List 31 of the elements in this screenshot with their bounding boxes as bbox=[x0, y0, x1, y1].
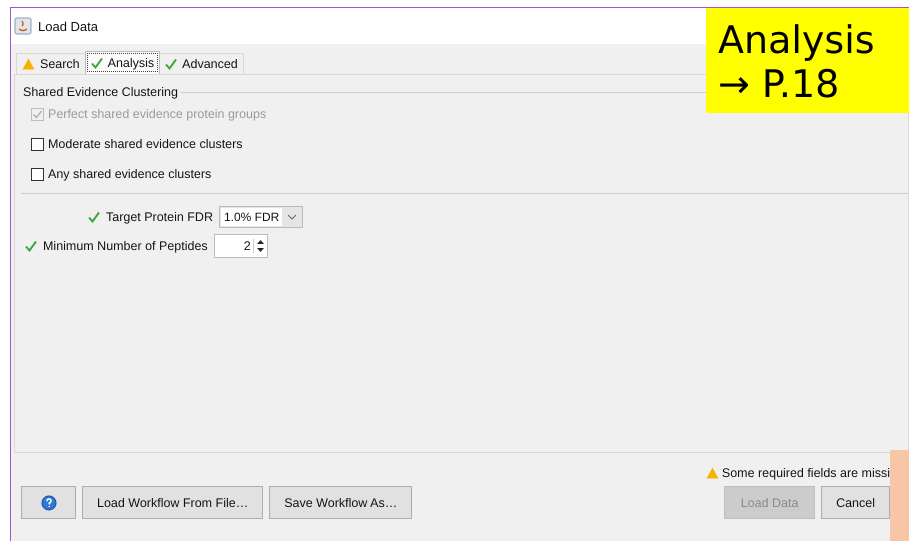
setting-label: Minimum Number of Peptides bbox=[43, 238, 208, 252]
page-reference-callout: Analysis → P.18 bbox=[706, 8, 909, 113]
down-arrow-icon[interactable] bbox=[256, 246, 265, 252]
warning-icon bbox=[22, 58, 35, 70]
app-icon bbox=[14, 17, 32, 35]
checkmark-icon bbox=[88, 210, 100, 222]
checkbox-label: Any shared evidence clusters bbox=[48, 167, 212, 181]
checkmark-icon bbox=[90, 57, 103, 69]
checkbox-label: Moderate shared evidence clusters bbox=[48, 137, 243, 151]
window-title: Load Data bbox=[38, 18, 98, 34]
checkbox-label: Perfect shared evidence protein groups bbox=[48, 107, 266, 121]
help-button[interactable] bbox=[21, 486, 76, 519]
workflow-button[interactable]: Load Workflow From File… bbox=[82, 486, 264, 519]
chevron-down-icon bbox=[287, 214, 298, 220]
number-spinner[interactable]: 2 bbox=[214, 234, 268, 258]
setting-label: Target Protein FDR bbox=[106, 210, 213, 224]
checkbox[interactable] bbox=[31, 138, 44, 150]
up-arrow-icon[interactable] bbox=[256, 238, 265, 244]
tab[interactable]: Advanced bbox=[159, 53, 244, 74]
help-icon bbox=[40, 494, 56, 510]
tab[interactable]: Analysis bbox=[84, 51, 160, 74]
checkbox[interactable] bbox=[31, 168, 44, 180]
warning-icon bbox=[706, 467, 719, 479]
group-title: Shared Evidence Clustering bbox=[23, 85, 178, 99]
status-message: Some required fields are missi bbox=[722, 466, 890, 480]
checkmark-icon bbox=[25, 240, 37, 252]
workflow-button[interactable]: Save Workflow As… bbox=[269, 486, 412, 519]
checkmark-icon bbox=[165, 58, 178, 70]
dialog-button[interactable]: Cancel bbox=[821, 486, 890, 519]
tab[interactable]: Search bbox=[16, 53, 86, 74]
fdr-dropdown[interactable]: 1.0% FDR bbox=[218, 206, 304, 228]
